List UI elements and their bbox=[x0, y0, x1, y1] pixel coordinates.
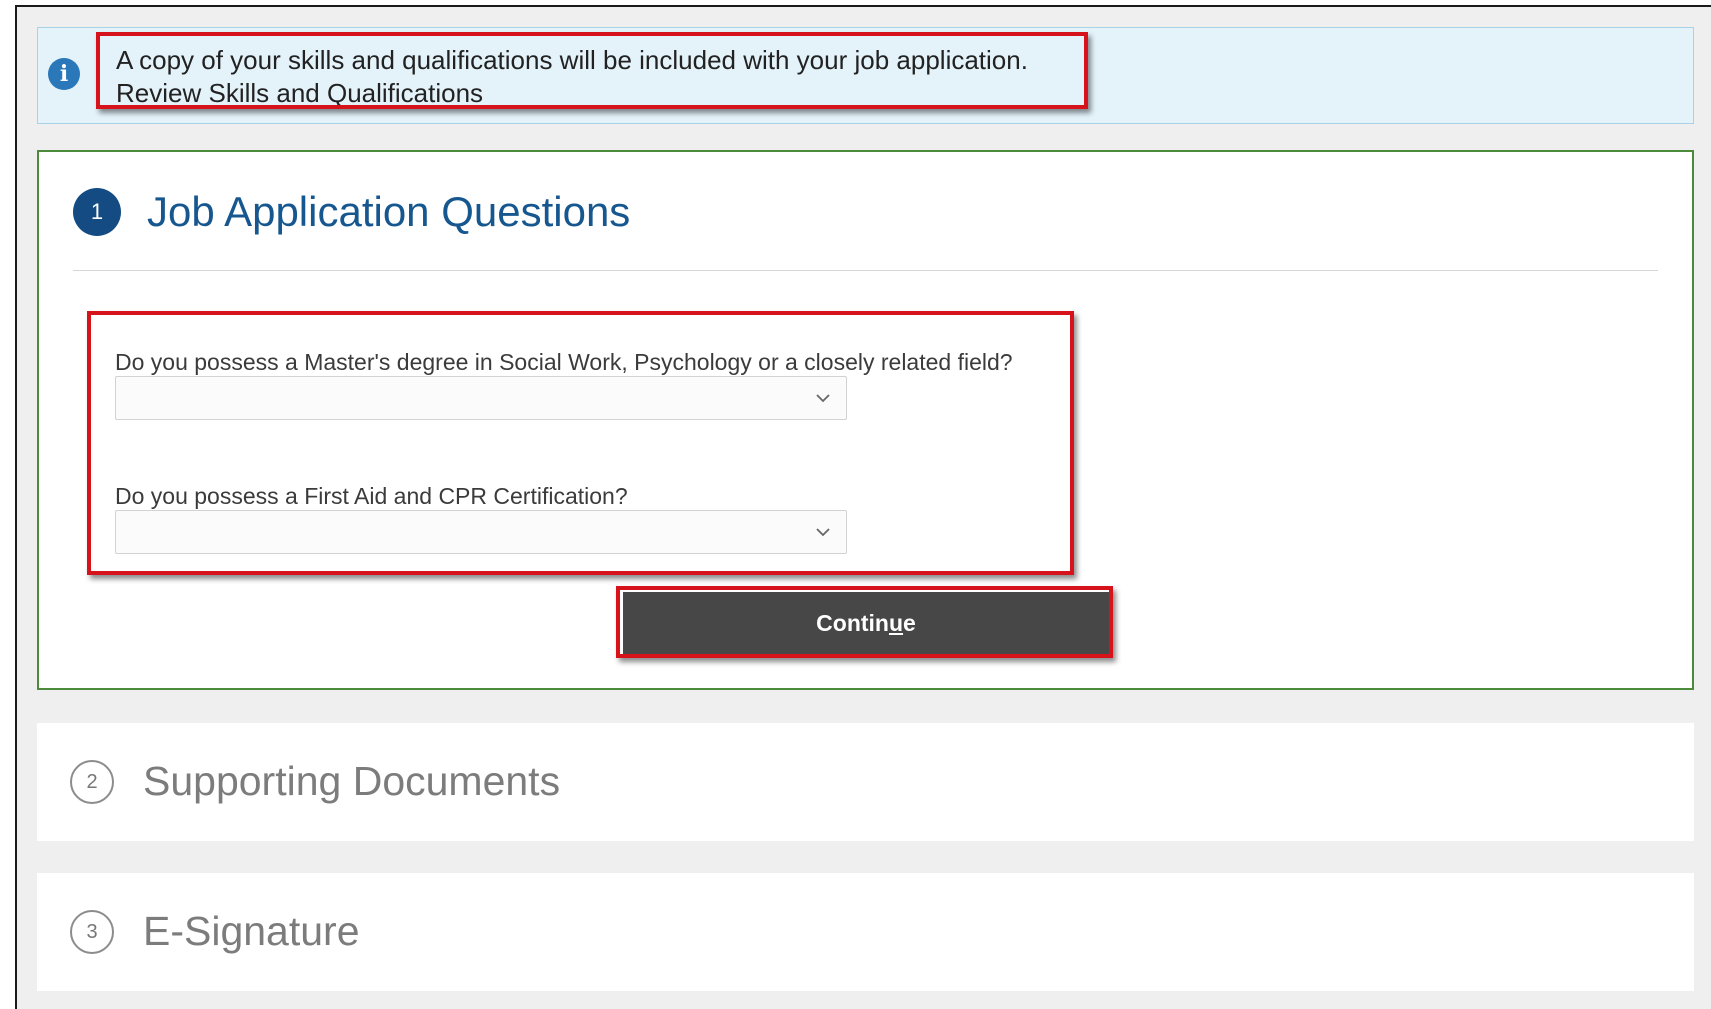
first-aid-cpr-select[interactable] bbox=[115, 510, 847, 554]
review-skills-link[interactable]: Review Skills and Qualifications bbox=[116, 77, 1076, 110]
step-number-3: 3 bbox=[70, 910, 114, 954]
continue-button[interactable]: Contin u e bbox=[623, 592, 1109, 654]
step-number-1: 1 bbox=[73, 188, 121, 236]
question-label-masters: Do you possess a Master's degree in Soci… bbox=[115, 349, 1013, 375]
step-title-1[interactable]: Job Application Questions bbox=[147, 187, 630, 237]
continue-label-pre: Contin bbox=[816, 609, 889, 636]
question-label-first-aid: Do you possess a First Aid and CPR Certi… bbox=[115, 483, 628, 509]
section-divider bbox=[73, 270, 1658, 271]
step-title-3[interactable]: E-Signature bbox=[143, 908, 360, 955]
step-title-2[interactable]: Supporting Documents bbox=[143, 758, 560, 805]
chevron-down-icon bbox=[816, 394, 830, 403]
continue-label-mnemonic: u bbox=[888, 609, 904, 636]
info-text: A copy of your skills and qualifications… bbox=[116, 44, 1076, 110]
masters-degree-select[interactable] bbox=[115, 376, 847, 420]
continue-label-post: e bbox=[903, 609, 916, 636]
info-message: A copy of your skills and qualifications… bbox=[116, 45, 1028, 75]
chevron-down-icon bbox=[816, 528, 830, 537]
info-icon: i bbox=[48, 58, 80, 90]
step-number-2: 2 bbox=[70, 760, 114, 804]
